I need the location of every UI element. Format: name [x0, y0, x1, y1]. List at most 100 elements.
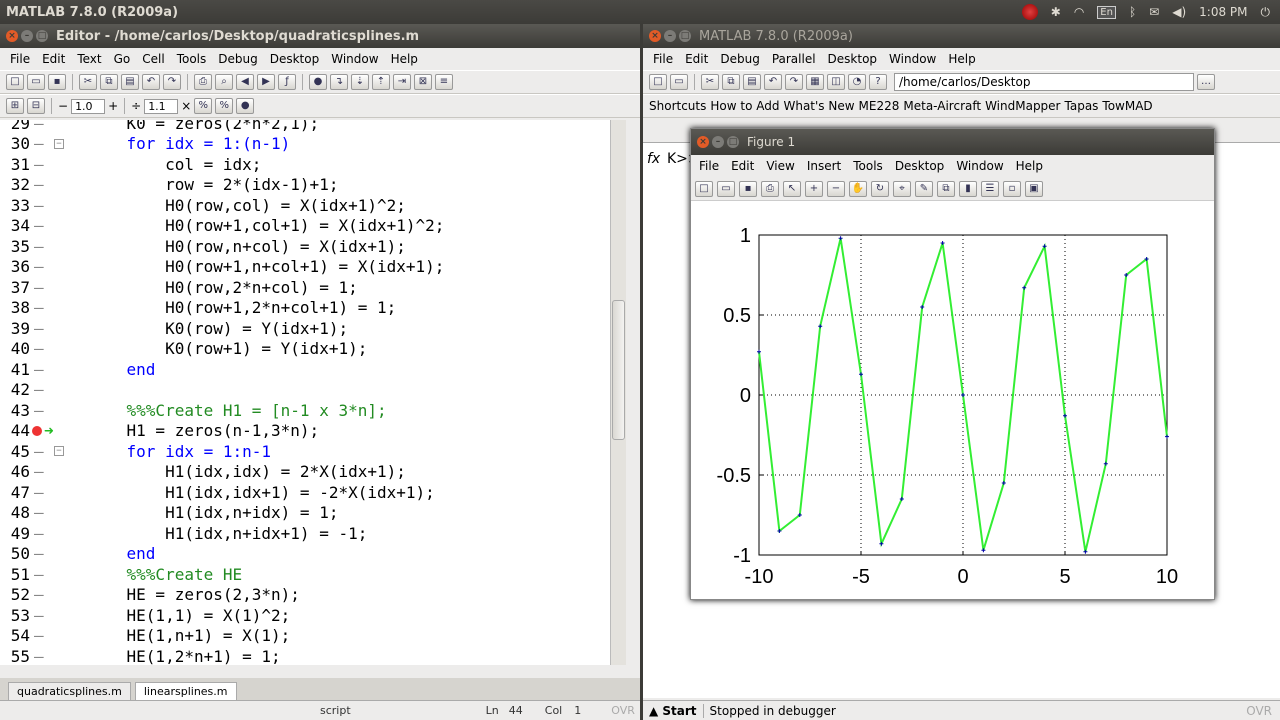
code-line[interactable]: 52– HE = zeros(2,3*n);	[0, 585, 610, 606]
close-icon[interactable]: ×	[649, 30, 661, 42]
code-text[interactable]: H1(idx,idx) = 2*X(idx+1);	[88, 462, 610, 481]
fig-menu-edit[interactable]: Edit	[725, 159, 760, 173]
code-line[interactable]: 41– end	[0, 359, 610, 380]
pan-icon[interactable]: ✋	[849, 180, 867, 197]
gutter[interactable]: –	[30, 237, 88, 256]
shortcut-5[interactable]: WindMapper	[985, 99, 1060, 113]
profiler-icon[interactable]: ◔	[848, 74, 866, 90]
code-line[interactable]: 48– H1(idx,n+idx) = 1;	[0, 503, 610, 524]
hide-tools-icon[interactable]: ▫	[1003, 180, 1021, 197]
clock[interactable]: 1:08 PM	[1199, 5, 1247, 19]
fig-menu-tools[interactable]: Tools	[847, 159, 889, 173]
shortcut-2[interactable]: What's New	[783, 99, 854, 113]
back-icon[interactable]: ◀	[236, 74, 254, 90]
gutter[interactable]: –	[30, 503, 88, 522]
open-icon[interactable]: ▭	[27, 74, 45, 90]
close-icon[interactable]: ×	[6, 30, 18, 42]
code-line[interactable]: 53– HE(1,1) = X(1)^2;	[0, 605, 610, 626]
gutter[interactable]: –	[30, 380, 88, 399]
code-text[interactable]: H1(idx,idx+1) = -2*X(idx+1);	[88, 483, 610, 502]
shortcut-4[interactable]: Meta-Aircraft	[903, 99, 981, 113]
copy-icon[interactable]: ⧉	[722, 74, 740, 90]
gutter[interactable]: –	[30, 155, 88, 174]
rotate-icon[interactable]: ↻	[871, 180, 889, 197]
gutter[interactable]: –	[30, 524, 88, 543]
gutter[interactable]: –	[30, 585, 88, 604]
function-icon[interactable]: ƒ	[278, 74, 296, 90]
gutter[interactable]: –	[30, 401, 88, 420]
fold-icon[interactable]: −	[54, 138, 64, 149]
zoom-out-icon[interactable]: −	[827, 180, 845, 197]
gutter[interactable]: –	[30, 360, 88, 379]
save-icon[interactable]: ▪	[48, 74, 66, 90]
fig-menu-insert[interactable]: Insert	[801, 159, 847, 173]
gutter[interactable]: –	[30, 626, 88, 645]
wifi-icon[interactable]: ◠	[1074, 5, 1084, 19]
code-line[interactable]: 32– row = 2*(idx-1)+1;	[0, 175, 610, 196]
zoom-in-icon[interactable]: +	[805, 180, 823, 197]
fig-menu-help[interactable]: Help	[1010, 159, 1049, 173]
cut-icon[interactable]: ✂	[79, 74, 97, 90]
start-button[interactable]: ▲ Start	[643, 703, 704, 718]
shortcut-7[interactable]: TowMAD	[1102, 99, 1152, 113]
menu-window[interactable]: Window	[883, 52, 942, 66]
menu-tools[interactable]: Tools	[171, 52, 213, 66]
cell-div-input[interactable]: 1.1	[144, 98, 179, 114]
menu-desktop[interactable]: Desktop	[264, 52, 326, 66]
gutter[interactable]: ➜	[30, 421, 88, 440]
legend-icon[interactable]: ☰	[981, 180, 999, 197]
gutter[interactable]: –	[30, 462, 88, 481]
menu-file[interactable]: File	[4, 52, 36, 66]
simulink-icon[interactable]: ▦	[806, 74, 824, 90]
code-text[interactable]: H0(row,n+col) = X(idx+1);	[88, 237, 610, 256]
gutter[interactable]: – −	[30, 134, 88, 153]
open-icon[interactable]: ▭	[670, 74, 688, 90]
menu-window[interactable]: Window	[325, 52, 384, 66]
redo-icon[interactable]: ↷	[785, 74, 803, 90]
tab-quadraticsplines[interactable]: quadraticsplines.m	[8, 682, 131, 700]
code-line[interactable]: 31– col = idx;	[0, 154, 610, 175]
code-text[interactable]: end	[88, 360, 610, 379]
menu-help[interactable]: Help	[385, 52, 424, 66]
vertical-scrollbar[interactable]	[610, 120, 626, 665]
paste-icon[interactable]: ▤	[743, 74, 761, 90]
maximize-icon[interactable]: □	[36, 30, 48, 42]
code-line[interactable]: 33– H0(row,col) = X(idx+1)^2;	[0, 195, 610, 216]
paste-icon[interactable]: ▤	[121, 74, 139, 90]
gutter[interactable]: –	[30, 216, 88, 235]
breakpoint-icon[interactable]	[32, 425, 42, 436]
guide-icon[interactable]: ◫	[827, 74, 845, 90]
mail-icon[interactable]: ✉	[1149, 5, 1159, 19]
code-line[interactable]: 49– H1(idx,n+idx+1) = -1;	[0, 523, 610, 544]
step-in-icon[interactable]: ⇣	[351, 74, 369, 90]
code-text[interactable]: H0(row+1,col+1) = X(idx+1)^2;	[88, 216, 610, 235]
fold-icon[interactable]: −	[54, 446, 64, 457]
code-line[interactable]: 29– K0 = zeros(2*n*2,1);	[0, 120, 610, 134]
maximize-icon[interactable]: □	[679, 30, 691, 42]
menu-file[interactable]: File	[647, 52, 679, 66]
minimize-icon[interactable]: –	[712, 136, 724, 148]
menu-edit[interactable]: Edit	[679, 52, 714, 66]
menu-text[interactable]: Text	[71, 52, 107, 66]
code-text[interactable]: for idx = 1:(n-1)	[88, 134, 610, 153]
gutter[interactable]: –	[30, 175, 88, 194]
fig-menu-file[interactable]: File	[693, 159, 725, 173]
new-file-icon[interactable]: □	[6, 74, 24, 90]
code-line[interactable]: 35– H0(row,n+col) = X(idx+1);	[0, 236, 610, 257]
fx-icon[interactable]: fx	[647, 151, 660, 167]
code-text[interactable]: HE = zeros(2,3*n);	[88, 585, 610, 604]
menu-debug[interactable]: Debug	[212, 52, 263, 66]
code-line[interactable]: 46– H1(idx,idx) = 2*X(idx+1);	[0, 462, 610, 483]
code-line[interactable]: 37– H0(row,2*n+col) = 1;	[0, 277, 610, 298]
tab-linearsplines[interactable]: linearsplines.m	[134, 682, 237, 700]
code-text[interactable]: col = idx;	[88, 155, 610, 174]
gutter[interactable]: –	[30, 196, 88, 215]
cell-eval-icon[interactable]: ⊞	[6, 98, 24, 114]
cell-mode-icon-2[interactable]: %	[215, 98, 234, 114]
code-line[interactable]: 45– − for idx = 1:n-1	[0, 441, 610, 462]
code-line[interactable]: 47– H1(idx,idx+1) = -2*X(idx+1);	[0, 482, 610, 503]
code-line[interactable]: 30– − for idx = 1:(n-1)	[0, 134, 610, 155]
gutter[interactable]: –	[30, 298, 88, 317]
code-text[interactable]: H0(row+1,2*n+col+1) = 1;	[88, 298, 610, 317]
gutter[interactable]: –	[30, 319, 88, 338]
